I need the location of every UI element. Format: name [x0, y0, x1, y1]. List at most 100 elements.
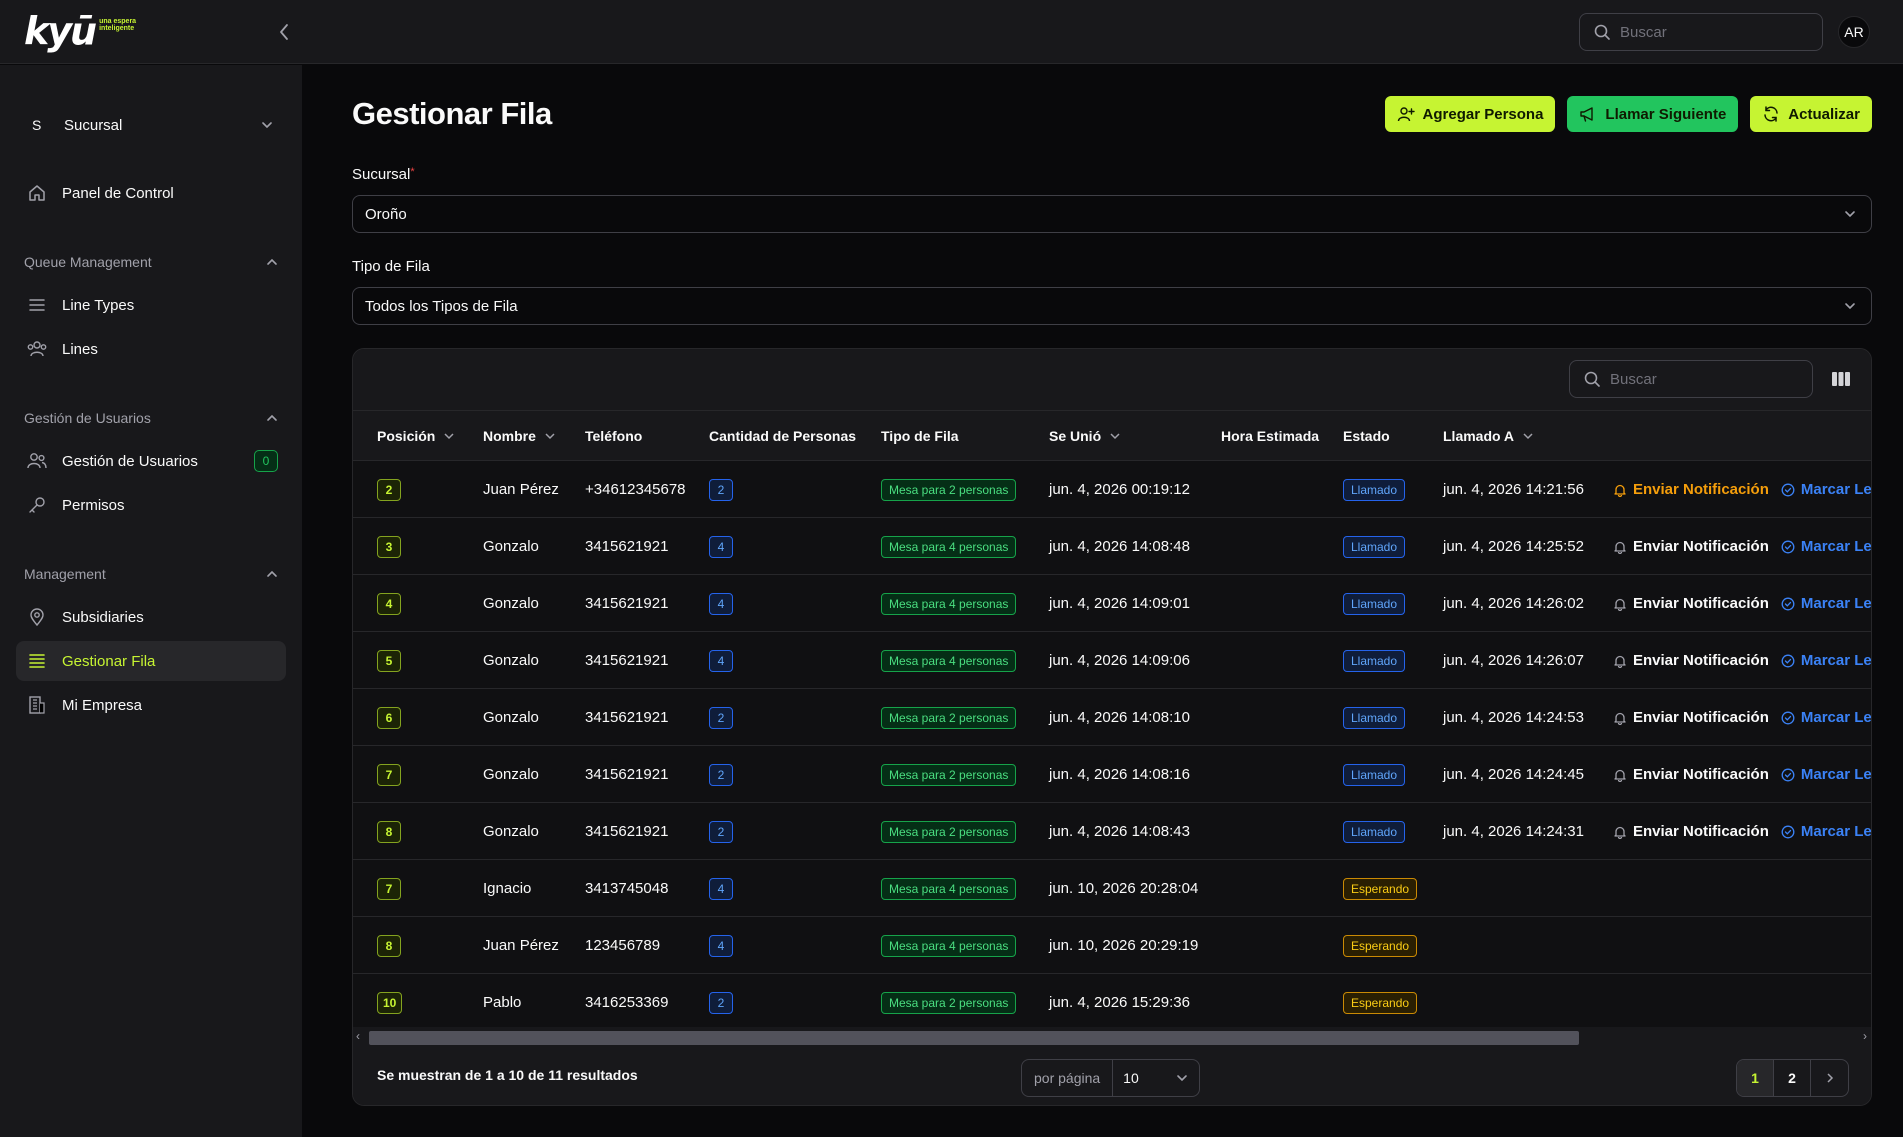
- col-called-at[interactable]: Llamado A: [1443, 411, 1534, 461]
- nav-group-management[interactable]: Management: [24, 559, 279, 589]
- nav-group-user-management[interactable]: Gestión de Usuarios: [24, 403, 279, 433]
- brand-logo[interactable]: kyū una espera inteligente: [24, 12, 139, 50]
- per-page-label: por página: [1022, 1060, 1114, 1096]
- bell-icon: [1613, 825, 1627, 839]
- sidebar-item-dashboard[interactable]: Panel de Control: [16, 173, 286, 213]
- branch-switcher[interactable]: S Sucursal: [16, 101, 286, 149]
- scroll-left-icon[interactable]: ‹: [356, 1029, 360, 1043]
- line-type-badge: Mesa para 2 personas: [881, 763, 1017, 786]
- position-badge: 3: [377, 535, 401, 558]
- mark-arrived-button[interactable]: Marcar Leg: [1781, 652, 1872, 669]
- per-page-value[interactable]: 10: [1113, 1070, 1199, 1086]
- send-notification-label: Enviar Notificación: [1633, 709, 1769, 726]
- cell-joined: jun. 4, 2026 14:08:43: [1049, 823, 1190, 840]
- position-badge: 8: [377, 934, 401, 957]
- add-person-button[interactable]: Agregar Persona: [1384, 96, 1556, 132]
- collapse-sidebar-button[interactable]: [272, 18, 296, 46]
- cell-phone: 3415621921: [585, 823, 669, 840]
- send-notification-button[interactable]: Enviar Notificación: [1613, 709, 1769, 726]
- table-row[interactable]: 2 Juan Pérez +34612345678 2 Mesa para 2 pers…: [353, 461, 1871, 518]
- cell-actions: Enviar Notificación Marcar Leg: [1613, 689, 1871, 746]
- status-badge: Llamado: [1343, 478, 1406, 501]
- sidebar-item-user-management[interactable]: Gestión de Usuarios 0: [16, 441, 286, 481]
- cell-joined: jun. 4, 2026 14:08:16: [1049, 766, 1190, 783]
- sidebar-item-permissions[interactable]: Permisos: [16, 485, 286, 525]
- table-search[interactable]: [1569, 360, 1813, 398]
- col-position[interactable]: Posición: [377, 411, 455, 461]
- cell-joined: jun. 10, 2026 20:29:19: [1049, 937, 1199, 954]
- call-next-button[interactable]: Llamar Siguiente: [1567, 96, 1739, 132]
- nav-group-title: Management: [24, 566, 106, 582]
- column-title: Llamado A: [1443, 428, 1515, 444]
- table-row[interactable]: 7 Ignacio 3413745048 4 Mesa para 4 personas j…: [353, 860, 1871, 917]
- col-name[interactable]: Nombre: [483, 411, 556, 461]
- nav-group-title: Queue Management: [24, 254, 152, 270]
- table-row[interactable]: 8 Juan Pérez 123456789 4 Mesa para 4 persona…: [353, 917, 1871, 974]
- user-avatar[interactable]: AR: [1838, 16, 1870, 48]
- cell-called-at: jun. 4, 2026 14:21:56: [1443, 481, 1584, 498]
- send-notification-button[interactable]: Enviar Notificación: [1613, 481, 1769, 498]
- position-badge: 6: [377, 706, 401, 729]
- horizontal-scrollbar[interactable]: ‹ ›: [353, 1027, 1871, 1047]
- branch-select[interactable]: Oroño: [352, 195, 1872, 233]
- sidebar-item-lines[interactable]: Lines: [16, 329, 286, 369]
- mark-arrived-button[interactable]: Marcar Leg: [1781, 823, 1872, 840]
- sidebar-item-my-company[interactable]: Mi Empresa: [16, 685, 286, 725]
- table-row[interactable]: 10 Pablo 3416253369 2 Mesa para 2 personas ju…: [353, 974, 1871, 1031]
- table-footer: Se muestran de 1 a 10 de 11 resultados p…: [353, 1047, 1871, 1105]
- mark-arrived-label: Marcar Leg: [1800, 823, 1872, 840]
- sidebar-item-line-types[interactable]: Line Types: [16, 285, 286, 325]
- sidebar-item-subsidiaries[interactable]: Subsidiaries: [16, 597, 286, 637]
- mark-arrived-label: Marcar Leg: [1800, 652, 1872, 669]
- cell-status: Llamado: [1343, 689, 1406, 746]
- cell-name: Gonzalo: [483, 595, 539, 612]
- cell-position: 4: [377, 575, 401, 632]
- global-search-input[interactable]: [1620, 23, 1790, 41]
- mark-arrived-button[interactable]: Marcar Leg: [1781, 709, 1871, 726]
- cell-position: 10: [377, 974, 403, 1031]
- cell-phone: 3415621921: [585, 538, 669, 555]
- col-estimated-time: Hora Estimada: [1221, 428, 1320, 444]
- table-row[interactable]: 3 Gonzalo 3415621921 4 Mesa para 4 personas j…: [353, 518, 1871, 575]
- per-page-select[interactable]: por página 10: [1021, 1059, 1201, 1097]
- mark-arrived-button[interactable]: Marcar Leg: [1781, 538, 1871, 555]
- line-type-select[interactable]: Todos los Tipos de Fila: [352, 287, 1872, 325]
- page-button-1[interactable]: 1: [1737, 1060, 1774, 1096]
- refresh-button[interactable]: Actualizar: [1750, 96, 1872, 132]
- line-type-badge: Mesa para 2 personas: [881, 478, 1017, 501]
- send-notification-button[interactable]: Enviar Notificación: [1613, 652, 1769, 669]
- send-notification-button[interactable]: Enviar Notificación: [1613, 538, 1769, 555]
- table-row[interactable]: 7 Gonzalo 3415621921 2 Mesa para 2 personas j…: [353, 746, 1871, 803]
- send-notification-button[interactable]: Enviar Notificación: [1613, 823, 1769, 840]
- column-toggle-button[interactable]: [1829, 367, 1853, 391]
- check-circle-icon: [1781, 654, 1795, 668]
- branch-field-text: Sucursal: [352, 166, 411, 183]
- nav-group-queue-management[interactable]: Queue Management: [24, 247, 279, 277]
- status-badge: Esperando: [1343, 877, 1418, 900]
- table-search-input[interactable]: [1610, 370, 1780, 388]
- mark-arrived-button[interactable]: Marcar Leg: [1781, 595, 1871, 612]
- global-search[interactable]: [1579, 13, 1823, 51]
- sidebar-item-manage-queue[interactable]: Gestionar Fila: [16, 641, 286, 681]
- table-row[interactable]: 6 Gonzalo 3415621921 2 Mesa para 2 personas j…: [353, 689, 1871, 746]
- send-notification-button[interactable]: Enviar Notificación: [1613, 595, 1769, 612]
- table-row[interactable]: 5 Gonzalo 3415621921 4 Mesa para 4 personas j…: [353, 632, 1871, 689]
- send-notification-button[interactable]: Enviar Notificación: [1613, 766, 1769, 783]
- next-page-button[interactable]: [1811, 1060, 1848, 1096]
- col-status: Estado: [1343, 428, 1390, 444]
- mark-arrived-button[interactable]: Marcar Leg: [1781, 481, 1871, 498]
- cell-party-size: 2: [709, 746, 733, 803]
- col-joined[interactable]: Se Unió: [1049, 411, 1121, 461]
- table-row[interactable]: 8 Gonzalo 3415621921 2 Mesa para 2 personas j…: [353, 803, 1871, 860]
- mark-arrived-button[interactable]: Marcar Leg: [1781, 766, 1871, 783]
- line-type-badge: Mesa para 4 personas: [881, 592, 1017, 615]
- cell-joined: jun. 4, 2026 14:08:48: [1049, 538, 1190, 555]
- scrollbar-thumb[interactable]: [369, 1031, 1579, 1045]
- scroll-right-icon[interactable]: ›: [1863, 1029, 1867, 1043]
- queue-list-icon: [26, 650, 48, 672]
- cell-name: Gonzalo: [483, 538, 539, 555]
- call-next-label: Llamar Siguiente: [1605, 105, 1727, 123]
- cell-status: Llamado: [1343, 803, 1406, 860]
- table-row[interactable]: 4 Gonzalo 3415621921 4 Mesa para 4 personas j…: [353, 575, 1871, 632]
- page-button-2[interactable]: 2: [1774, 1060, 1811, 1096]
